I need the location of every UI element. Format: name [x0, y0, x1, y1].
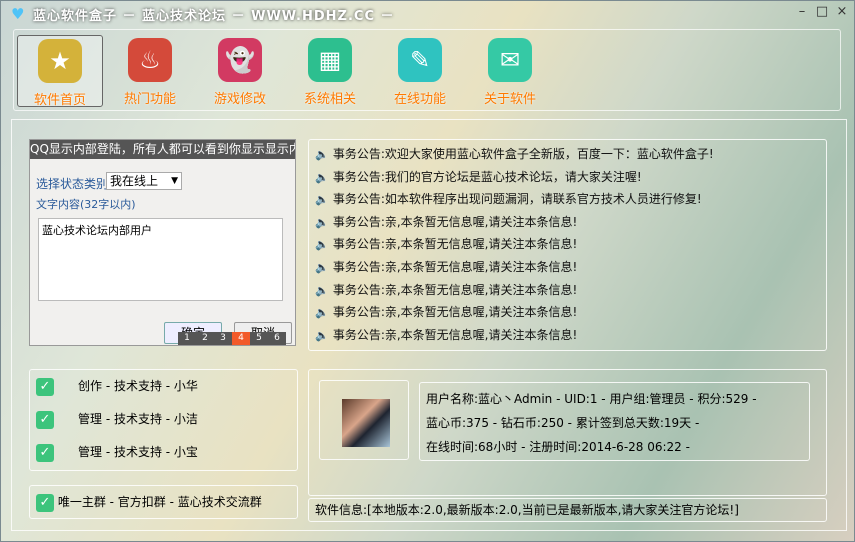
announcement-row[interactable]: 🔈 事务公告:如本软件程序出现问题漏洞，请联系官方技术人员进行修复!	[309, 188, 826, 211]
mail-icon: ✉	[488, 38, 532, 82]
announcement-row[interactable]: 🔈 事务公告:亲,本条暂无信息喔,请关注本条信息!	[309, 256, 826, 279]
user-panel: 用户名称:蓝心丶Admin - UID:1 - 用户组:管理员 - 积分:529…	[308, 369, 827, 496]
speaker-icon: 🔈	[315, 193, 329, 207]
announcement-text: 事务公告:亲,本条暂无信息喔,请关注本条信息!	[332, 237, 578, 252]
dialog-title: QQ显示内部登陆，所有人都可以看到你显示显示内	[30, 140, 295, 159]
announcement-text: 事务公告:我们的官方论坛是蓝心技术论坛，请大家关注喔!	[332, 169, 642, 184]
staff-item: ✓ 创作 - 技术支持 - 小华	[30, 370, 297, 403]
close-button[interactable]: ×	[833, 4, 851, 20]
announcement-text: 事务公告:亲,本条暂无信息喔,请关注本条信息!	[332, 214, 578, 229]
toolbar-label: 软件首页	[33, 93, 86, 108]
staff-item: ✓ 管理 - 技术支持 - 小洁	[30, 403, 297, 436]
user-line-3: 在线时间:68小时 - 注册时间:2014-6-28 06:22 -	[426, 440, 690, 454]
page-button[interactable]: 3	[214, 332, 232, 345]
toolbar-label: 系统相关	[303, 92, 356, 107]
announcement-panel: 🔈 事务公告:欢迎大家使用蓝心软件盒子全新版，百度一下：蓝心软件盒子! 🔈 事务公…	[308, 139, 827, 351]
page-button[interactable]: 2	[196, 332, 214, 345]
page-button[interactable]: 1	[178, 332, 196, 345]
chevron-down-icon: ▼	[171, 176, 178, 186]
content-label: 文字内容(32字以内)	[36, 198, 136, 211]
check-icon: ✓	[36, 377, 54, 396]
staff-text: 创作 - 技术支持 - 小华	[78, 379, 198, 393]
announcement-row[interactable]: 🔈 事务公告:亲,本条暂无信息喔,请关注本条信息!	[309, 211, 826, 234]
speaker-icon: 🔈	[315, 238, 329, 252]
avatar	[342, 399, 390, 447]
user-info: 用户名称:蓝心丶Admin - UID:1 - 用户组:管理员 - 积分:529…	[419, 382, 810, 461]
announcement-row[interactable]: 🔈 事务公告:亲,本条暂无信息喔,请关注本条信息!	[309, 233, 826, 256]
staff-list: ✓ 创作 - 技术支持 - 小华 ✓ 管理 - 技术支持 - 小洁 ✓ 管理 - 技术支持…	[29, 369, 298, 471]
staff-text: 管理 - 技术支持 - 小洁	[78, 412, 198, 426]
toolbar-label: 游戏修改	[213, 92, 266, 107]
announcement-text: 事务公告:亲,本条暂无信息喔,请关注本条信息!	[332, 327, 578, 342]
user-line-2: 蓝心币:375 - 钻石币:250 - 累计签到总天数:19天 -	[426, 416, 700, 430]
announcement-text: 事务公告:如本软件程序出现问题漏洞，请联系官方技术人员进行修复!	[332, 192, 702, 207]
maximize-button[interactable]: □	[813, 4, 831, 20]
toolbar-button-0[interactable]: ★ 软件首页	[17, 35, 103, 108]
software-info: 软件信息:[本地版本:2.0,最新版本:2.0,当前已是最新版本,请大家关注官方…	[308, 498, 827, 522]
star-icon: ★	[38, 39, 82, 83]
toolbar-label: 热门功能	[123, 92, 176, 107]
group-text: 唯一主群 - 官方扣群 - 蓝心技术交流群	[57, 495, 262, 509]
announcement-text: 事务公告:亲,本条暂无信息喔,请关注本条信息!	[332, 259, 578, 274]
minimize-button[interactable]: –	[793, 4, 811, 20]
toolbar-label: 关于软件	[483, 92, 536, 107]
announcement-text: 事务公告:欢迎大家使用蓝心软件盒子全新版，百度一下：蓝心软件盒子!	[332, 147, 714, 161]
speaker-icon: 🔈	[315, 148, 329, 161]
check-icon: ✓	[36, 443, 54, 462]
status-value: 我在线上	[110, 174, 159, 188]
announcement-row[interactable]: 🔈 事务公告:亲,本条暂无信息喔,请关注本条信息!	[309, 324, 826, 347]
toolbar-button-4[interactable]: ✎ 在线功能	[377, 35, 463, 107]
user-line-1: 用户名称:蓝心丶Admin - UID:1 - 用户组:管理员 - 积分:529…	[426, 392, 757, 406]
page-button[interactable]: 6	[268, 332, 286, 345]
announcement-text: 事务公告:亲,本条暂无信息喔,请关注本条信息!	[332, 305, 578, 320]
announcement-row[interactable]: 🔈 事务公告:欢迎大家使用蓝心软件盒子全新版，百度一下：蓝心软件盒子!	[309, 143, 826, 166]
status-label: 选择状态类别	[36, 177, 109, 191]
ghost-icon: 👻	[218, 38, 262, 82]
check-icon: ✓	[36, 410, 54, 429]
staff-item: ✓ 管理 - 技术支持 - 小宝	[30, 436, 297, 469]
staff-text: 管理 - 技术支持 - 小宝	[78, 445, 198, 459]
page-indicator: 123456	[178, 332, 286, 345]
toolbar-label: 在线功能	[393, 92, 446, 107]
announcement-row[interactable]: 🔈 事务公告:亲,本条暂无信息喔,请关注本条信息!	[309, 301, 826, 324]
page-button[interactable]: 5	[250, 332, 268, 345]
toolbar-button-3[interactable]: ▦ 系统相关	[287, 35, 373, 107]
title-bar: ♥ 蓝心软件盒子 － 蓝心技术论坛 － WWW.HDHZ.CC － – □ ×	[1, 1, 855, 25]
group-box: ✓ 唯一主群 - 官方扣群 - 蓝心技术交流群	[29, 485, 298, 519]
toolbar-button-2[interactable]: 👻 游戏修改	[197, 35, 283, 107]
speaker-icon: 🔈	[315, 306, 329, 320]
status-select[interactable]: 我在线上 ▼	[106, 172, 182, 190]
fire-icon: ♨	[128, 38, 172, 82]
speaker-icon: 🔈	[315, 260, 329, 274]
toolbar-button-5[interactable]: ✉ 关于软件	[467, 35, 553, 107]
announcement-row[interactable]: 🔈 事务公告:亲,本条暂无信息喔,请关注本条信息!	[309, 279, 826, 302]
announcement-row[interactable]: 🔈 事务公告:我们的官方论坛是蓝心技术论坛，请大家关注喔!	[309, 166, 826, 189]
page-button[interactable]: 4	[232, 332, 250, 345]
qq-status-dialog: QQ显示内部登陆，所有人都可以看到你显示显示内 选择状态类别 我在线上 ▼ 文字内…	[29, 139, 296, 346]
popsicle-icon: ✎	[398, 38, 442, 82]
grid-icon: ▦	[308, 38, 352, 82]
content-textarea[interactable]: 蓝心技术论坛内部用户	[38, 218, 283, 301]
announcement-text: 事务公告:亲,本条暂无信息喔,请关注本条信息!	[332, 282, 578, 297]
speaker-icon: 🔈	[315, 328, 329, 342]
check-icon: ✓	[36, 493, 54, 512]
window-title: 蓝心软件盒子 － 蓝心技术论坛 － WWW.HDHZ.CC －	[33, 9, 395, 24]
speaker-icon: 🔈	[315, 283, 329, 297]
toolbar-button-1[interactable]: ♨ 热门功能	[107, 35, 193, 107]
app-logo-icon: ♥	[11, 5, 25, 23]
speaker-icon: 🔈	[315, 170, 329, 184]
avatar-frame	[319, 380, 409, 460]
speaker-icon: 🔈	[315, 215, 329, 229]
